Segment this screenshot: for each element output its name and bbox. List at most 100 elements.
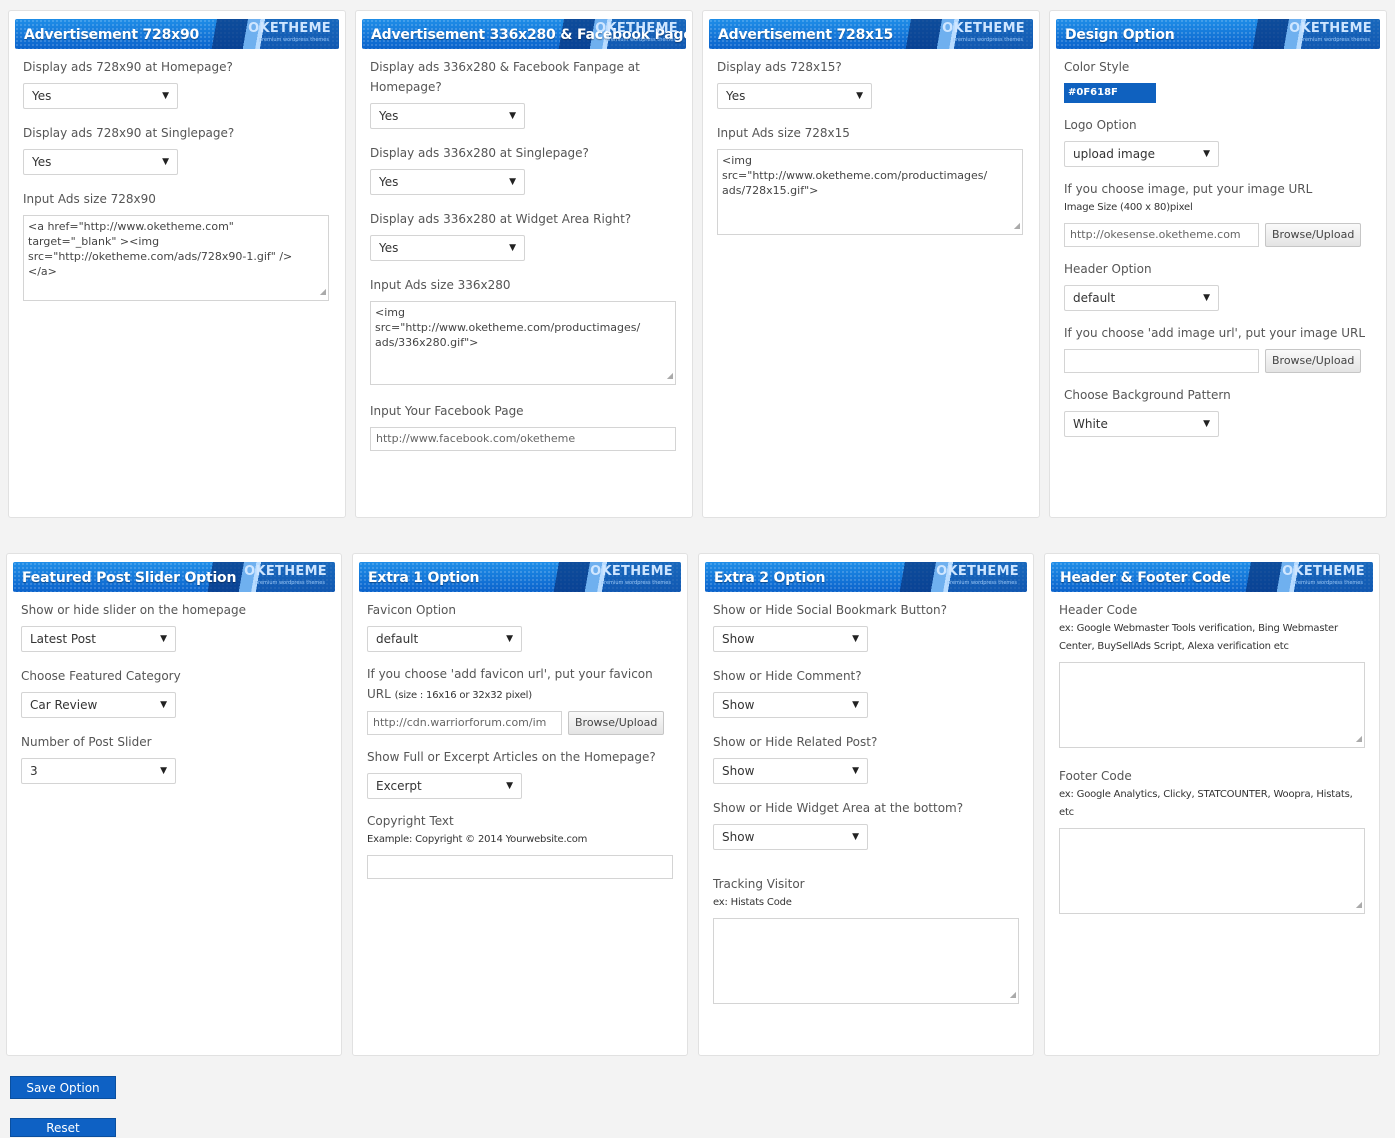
dropdown-arrow-icon: ▼ <box>852 832 859 842</box>
resize-grip-icon[interactable]: ◢ <box>320 284 326 299</box>
widget-ads-select[interactable]: Yes ▼ <box>370 235 525 261</box>
save-option-button[interactable]: Save Option <box>10 1076 116 1099</box>
field-label: Show or Hide Widget Area at the bottom? <box>713 801 964 815</box>
homepage-ads-select[interactable]: Yes ▼ <box>23 83 178 109</box>
panel-title: Extra 2 Option <box>714 570 826 586</box>
excerpt-option-select[interactable]: Excerpt ▼ <box>367 773 522 799</box>
panel-header: Advertisement 728x15 OKETHEME premium wo… <box>709 19 1033 49</box>
panel-header: Advertisement 336x280 & Facebook Page OK… <box>362 19 686 49</box>
favicon-url-input[interactable]: http://cdn.warriorforum.com/im <box>367 711 562 735</box>
tracking-code-textarea[interactable]: ◢ <box>713 918 1019 1004</box>
panel-header-footer-code: Header & Footer Code OKETHEME premium wo… <box>1044 553 1380 1056</box>
panel-title: Design Option <box>1065 27 1175 43</box>
panel-extra2-option: Extra 2 Option OKETHEME premium wordpres… <box>698 553 1034 1056</box>
footer-code-textarea[interactable]: ◢ <box>1059 828 1365 914</box>
panel-slider-option: Featured Post Slider Option OKETHEME pre… <box>6 553 342 1056</box>
field-label: Color Style <box>1064 60 1130 74</box>
ads-code-textarea[interactable]: <a href="http://www.oketheme.com" target… <box>23 215 329 301</box>
logo-upload-row: http://okesense.oketheme.com Browse/Uplo… <box>1064 223 1372 247</box>
dropdown-arrow-icon: ▼ <box>856 91 863 101</box>
logo-option-select[interactable]: upload image ▼ <box>1064 141 1219 167</box>
field-label: Display ads 728x90 at Homepage? <box>23 60 233 74</box>
panel-extra1-option: Extra 1 Option OKETHEME premium wordpres… <box>352 553 688 1056</box>
panel-header: Extra 2 Option OKETHEME premium wordpres… <box>705 562 1027 592</box>
field-label: Show or Hide Comment? <box>713 669 862 683</box>
post-slider-number-select[interactable]: 3 ▼ <box>21 758 176 784</box>
brand-logo: OKETHEME <box>1289 21 1372 36</box>
favicon-option-select[interactable]: default ▼ <box>367 626 522 652</box>
field-label: If you choose 'add favicon url', put you… <box>367 667 653 681</box>
background-pattern-select[interactable]: White ▼ <box>1064 411 1219 437</box>
field-label: Display ads 336x280 at Singlepage? <box>370 146 589 160</box>
panel-title: Header & Footer Code <box>1060 570 1231 586</box>
field-hint: Example: Copyright © 2014 Yourwebsite.co… <box>367 834 588 845</box>
dropdown-arrow-icon: ▼ <box>160 700 167 710</box>
copyright-text-input[interactable] <box>367 855 673 879</box>
panel-header: Advertisement 728x90 OKETHEME premium wo… <box>15 19 339 49</box>
resize-grip-icon[interactable]: ◢ <box>1014 218 1020 233</box>
resize-grip-icon[interactable]: ◢ <box>1010 987 1016 1002</box>
dropdown-arrow-icon: ▼ <box>506 634 513 644</box>
singlepage-ads-select[interactable]: Yes ▼ <box>370 169 525 195</box>
header-option-select[interactable]: default ▼ <box>1064 285 1219 311</box>
brand-tagline: premium wordpress themes <box>258 37 329 43</box>
brand-tagline: premium wordpress themes <box>600 580 671 586</box>
resize-grip-icon[interactable]: ◢ <box>1356 731 1362 746</box>
field-label: Header Code <box>1059 603 1138 617</box>
panel-header: Design Option OKETHEME premium wordpress… <box>1056 19 1380 49</box>
singlepage-ads-select[interactable]: Yes ▼ <box>23 149 178 175</box>
panel-ad-728x15: Advertisement 728x15 OKETHEME premium wo… <box>702 10 1040 518</box>
field-label: Show or Hide Related Post? <box>713 735 878 749</box>
field-hint: ex: Histats Code <box>713 897 792 908</box>
field-label: Display ads 728x90 at Singlepage? <box>23 126 235 140</box>
panel-header: Extra 1 Option OKETHEME premium wordpres… <box>359 562 681 592</box>
field-label: Logo Option <box>1064 118 1137 132</box>
ads-728x15-select[interactable]: Yes ▼ <box>717 83 872 109</box>
panel-title: Advertisement 728x90 <box>24 27 200 43</box>
field-label: Footer Code <box>1059 769 1132 783</box>
field-label: Copyright Text <box>367 814 454 828</box>
resize-grip-icon[interactable]: ◢ <box>667 368 673 383</box>
browse-upload-button[interactable]: Browse/Upload <box>568 711 665 735</box>
browse-upload-button[interactable]: Browse/Upload <box>1265 223 1362 247</box>
brand-tagline: premium wordpress themes <box>1299 37 1370 43</box>
field-label: Favicon Option <box>367 603 456 617</box>
field-label: Choose Background Pattern <box>1064 388 1231 402</box>
resize-grip-icon[interactable]: ◢ <box>1356 897 1362 912</box>
brand-logo: OKETHEME <box>244 564 327 579</box>
facebook-page-input[interactable]: http://www.facebook.com/oketheme <box>370 427 676 451</box>
field-label: Show Full or Excerpt Articles on the Hom… <box>367 750 656 764</box>
field-label: Header Option <box>1064 262 1152 276</box>
field-label: Input Your Facebook Page <box>370 404 524 418</box>
header-image-url-input[interactable] <box>1064 349 1259 373</box>
panel-title: Extra 1 Option <box>368 570 480 586</box>
field-label: Show or hide slider on the homepage <box>21 603 246 617</box>
field-label: Number of Post Slider <box>21 735 152 749</box>
panel-title: Advertisement 728x15 <box>718 27 894 43</box>
slider-show-select[interactable]: Latest Post ▼ <box>21 626 176 652</box>
featured-category-select[interactable]: Car Review ▼ <box>21 692 176 718</box>
reset-button[interactable]: Reset <box>10 1118 116 1137</box>
field-label: If you choose 'add image url', put your … <box>1064 326 1366 340</box>
dropdown-arrow-icon: ▼ <box>509 243 516 253</box>
field-label: If you choose image, put your image URL <box>1064 182 1313 196</box>
social-bookmark-select[interactable]: Show ▼ <box>713 626 868 652</box>
ads-code-textarea[interactable]: <img src="http://www.oketheme.com/produc… <box>717 149 1023 235</box>
dropdown-arrow-icon: ▼ <box>509 177 516 187</box>
field-hint: ex: Google Webmaster Tools verification,… <box>1059 623 1338 652</box>
browse-upload-button[interactable]: Browse/Upload <box>1265 349 1362 373</box>
panel-design-option: Design Option OKETHEME premium wordpress… <box>1049 10 1387 518</box>
field-label: Input Ads size 728x90 <box>23 192 156 206</box>
color-style-picker[interactable]: #0F618F <box>1064 83 1156 103</box>
logo-url-input[interactable]: http://okesense.oketheme.com <box>1064 223 1259 247</box>
panel-ad-336x280: Advertisement 336x280 & Facebook Page OK… <box>355 10 693 518</box>
comment-select[interactable]: Show ▼ <box>713 692 868 718</box>
header-code-textarea[interactable]: ◢ <box>1059 662 1365 748</box>
dropdown-arrow-icon: ▼ <box>506 781 513 791</box>
field-label: Display ads 336x280 at Widget Area Right… <box>370 212 632 226</box>
dropdown-arrow-icon: ▼ <box>1203 149 1210 159</box>
related-post-select[interactable]: Show ▼ <box>713 758 868 784</box>
ads-code-textarea[interactable]: <img src="http://www.oketheme.com/produc… <box>370 301 676 385</box>
homepage-ads-select[interactable]: Yes ▼ <box>370 103 525 129</box>
bottom-widget-select[interactable]: Show ▼ <box>713 824 868 850</box>
